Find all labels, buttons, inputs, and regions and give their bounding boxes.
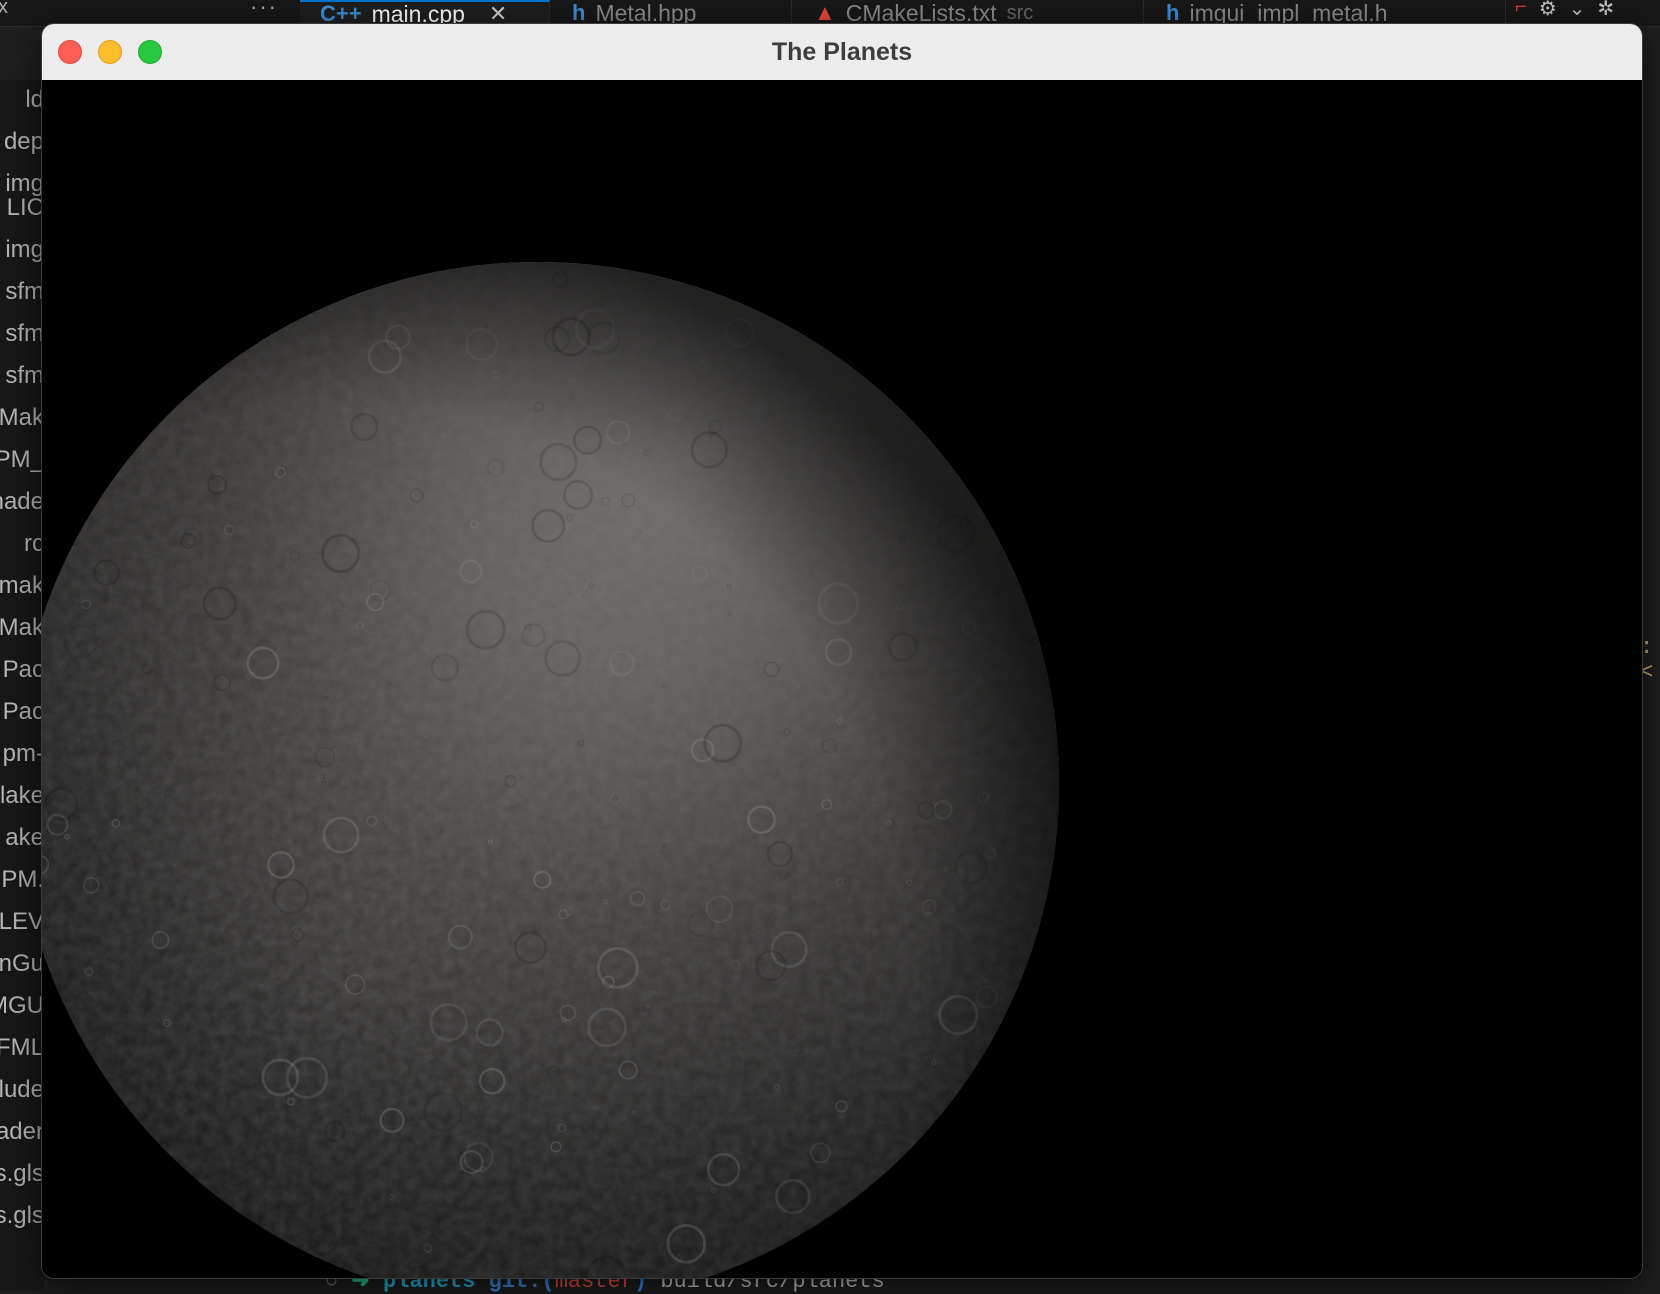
- explorer-item[interactable]: lude: [0, 1070, 44, 1110]
- explorer-item[interactable]: s.gls: [0, 1196, 44, 1236]
- editor-tab-bar: x ··· C++ main.cpp ✕ h Metal.hpp ▲ CMake…: [0, 0, 1660, 27]
- explorer-item[interactable]: Mak: [0, 608, 44, 648]
- explorer-item[interactable]: hade: [0, 482, 44, 522]
- tab-label: CMakeLists.txt: [845, 0, 997, 26]
- window-titlebar[interactable]: The Planets: [42, 24, 1642, 81]
- explorer-item[interactable]: sfm: [5, 314, 44, 354]
- explorer-item[interactable]: PM_: [0, 440, 44, 480]
- window-title: The Planets: [771, 38, 913, 66]
- cpp-file-icon: C++: [320, 1, 362, 26]
- explorer-item[interactable]: LEV: [0, 902, 44, 942]
- explorer-item[interactable]: img: [5, 230, 44, 270]
- close-icon[interactable]: ✕: [489, 2, 507, 26]
- header-file-icon: h: [572, 0, 586, 25]
- tab-description: src: [1006, 1, 1034, 24]
- explorer-item[interactable]: rc: [24, 524, 44, 564]
- debug-run-icon[interactable]: ⚙: [1539, 0, 1557, 21]
- explorer-item[interactable]: MGU: [0, 986, 44, 1026]
- explorer-item[interactable]: LIC: [7, 188, 44, 228]
- tab-label: Metal.hpp: [595, 0, 697, 26]
- explorer-item[interactable]: Mak: [0, 398, 44, 438]
- explorer-item[interactable]: FML: [0, 1028, 44, 1068]
- explorer-item[interactable]: s.gls: [0, 1154, 44, 1194]
- cmake-file-icon: ▲: [814, 0, 836, 25]
- tab-metal-hpp[interactable]: h Metal.hpp: [552, 0, 792, 26]
- explorer-item[interactable]: ader: [0, 1112, 44, 1152]
- header-file-icon: h: [1166, 0, 1180, 25]
- render-viewport[interactable]: [42, 80, 1642, 1278]
- chevron-down-icon[interactable]: ⌄: [1569, 0, 1586, 21]
- tab-main-cpp[interactable]: C++ main.cpp ✕: [300, 0, 550, 26]
- gear-icon[interactable]: ✲: [1597, 0, 1614, 21]
- moon-surface-texture: [42, 262, 1059, 1278]
- split-editor-icon[interactable]: ⌐: [1515, 0, 1527, 21]
- explorer-item[interactable]: dep: [4, 122, 44, 162]
- top-left-glyph: x: [0, 0, 8, 18]
- explorer-item[interactable]: ake: [5, 818, 44, 858]
- explorer-item[interactable]: nGu: [0, 944, 44, 984]
- tab-imgui-impl-metal-h[interactable]: h imgui_impl_metal.h: [1146, 0, 1506, 26]
- tab-label: imgui_impl_metal.h: [1189, 0, 1388, 26]
- moon-scene: [42, 262, 1059, 1278]
- explorer-sidebar: lddepimgLICimgsfmsfmsfmMakPM_hadercmakMa…: [0, 80, 44, 1290]
- explorer-item[interactable]: PM.: [1, 860, 44, 900]
- explorer-item[interactable]: mak: [0, 566, 44, 606]
- explorer-item[interactable]: sfm: [5, 356, 44, 396]
- explorer-item[interactable]: Pac: [3, 650, 44, 690]
- more-actions-button[interactable]: ···: [250, 0, 278, 20]
- explorer-item[interactable]: pm-: [3, 734, 44, 774]
- explorer-item[interactable]: lake: [0, 776, 44, 816]
- tab-label: main.cpp: [371, 0, 465, 26]
- explorer-item[interactable]: Pac: [3, 692, 44, 732]
- code-fragment: :<: [1640, 635, 1654, 685]
- editor-toolbar: ⌐ ⚙ ⌄ ✲: [1515, 0, 1614, 21]
- planets-app-window[interactable]: The Planets: [42, 24, 1642, 1278]
- tab-cmakelists[interactable]: ▲ CMakeLists.txt src: [794, 0, 1144, 26]
- explorer-item[interactable]: sfm: [5, 272, 44, 312]
